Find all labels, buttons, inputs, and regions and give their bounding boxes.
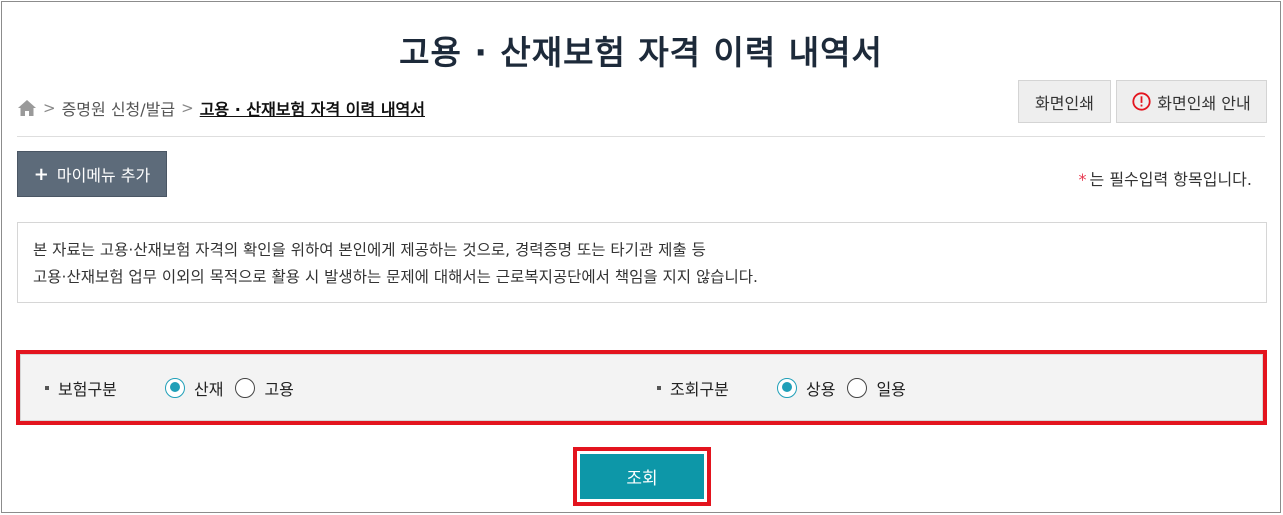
required-note-text: 는 필수입력 항목입니다. [1089,170,1252,189]
query-type-field: 조회구분 상용 일용 [657,355,918,420]
lookup-button[interactable]: 조회 [580,454,704,499]
breadcrumb: > 증명원 신청/발급 > 고용 · 산재보험 자격 이력 내역서 [17,96,425,120]
radio-label: 고용 [264,379,294,399]
add-mymenu-button[interactable]: + 마이메뉴 추가 [17,151,167,197]
insurance-type-field: 보험구분 산재 고용 [45,355,306,420]
radio-option-ilyong[interactable]: 일용 [847,376,906,400]
search-highlight: 보험구분 산재 고용 조회구분 상용 일용 [16,350,1267,425]
required-note: * 는 필수입력 항목입니다. [1079,166,1252,190]
query-type-label: 조회구분 [657,376,777,400]
page-frame: 고용 · 산재보험 자격 이력 내역서 > 증명원 신청/발급 > 고용 · 산… [1,1,1281,513]
bullet-icon [657,385,661,390]
radio-label: 산재 [194,379,224,399]
print-guide-button[interactable]: 화면인쇄 안내 [1116,80,1267,123]
print-screen-button[interactable]: 화면인쇄 [1018,80,1111,123]
radio-button[interactable] [235,377,256,398]
notice-line: 고용·산재보험 업무 이외의 목적으로 활용 시 발생하는 문제에 대해서는 근… [33,268,758,286]
home-icon[interactable] [17,99,37,117]
notice-line: 본 자료는 고용·산재보험 자격의 확인을 위하여 본인에게 제공하는 것으로,… [33,241,706,259]
notice-box: 본 자료는 고용·산재보험 자격의 확인을 위하여 본인에게 제공하는 것으로,… [17,222,1267,303]
radio-button-checked[interactable] [777,377,797,398]
radio-button[interactable] [847,377,868,398]
page-title: 고용 · 산재보험 자격 이력 내역서 [399,33,883,72]
insurance-type-label-text: 보험구분 [58,379,117,399]
breadcrumb-item[interactable]: 증명원 신청/발급 [62,96,176,120]
insurance-type-label: 보험구분 [45,376,165,400]
query-type-label-text: 조회구분 [670,379,729,399]
print-guide-label: 화면인쇄 안내 [1157,93,1251,113]
bullet-icon [45,385,49,390]
chevron-right-icon: > [181,99,194,117]
chevron-right-icon: > [43,99,56,117]
radio-label: 일용 [876,379,906,399]
breadcrumb-current[interactable]: 고용 · 산재보험 자격 이력 내역서 [200,96,425,120]
header-divider [17,136,1265,137]
radio-button-checked[interactable] [165,377,185,398]
radio-option-sangyong[interactable]: 상용 [777,376,835,400]
lookup-highlight: 조회 [573,447,711,506]
radio-label: 상용 [806,379,836,399]
required-star: * [1078,170,1087,189]
radio-option-sanjae[interactable]: 산재 [165,376,223,400]
radio-option-goyong[interactable]: 고용 [235,376,294,400]
add-mymenu-label: 마이메뉴 추가 [56,166,151,185]
plus-icon: + [33,163,49,185]
search-panel: 보험구분 산재 고용 조회구분 상용 일용 [20,354,1263,421]
alert-circle-icon [1132,92,1151,111]
